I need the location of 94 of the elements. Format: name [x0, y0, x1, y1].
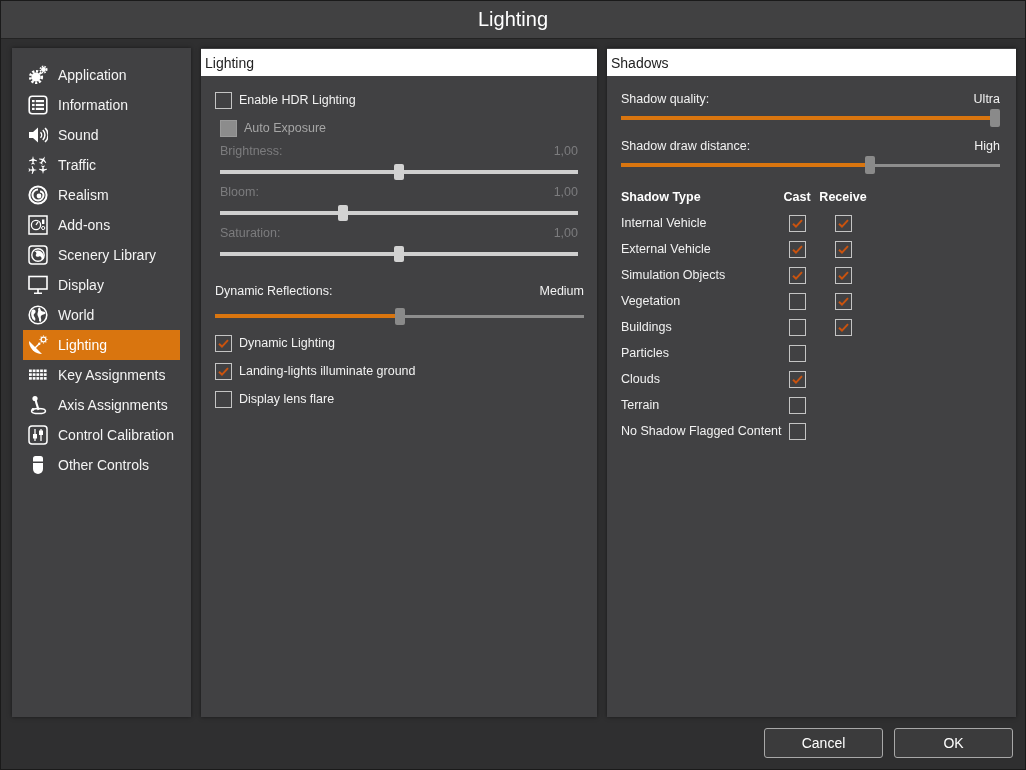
checkbox-label: Enable HDR Lighting [239, 93, 356, 107]
checkmark-icon [791, 218, 803, 228]
slider-track[interactable] [621, 109, 1000, 127]
checkbox-label: Dynamic Lighting [239, 336, 335, 350]
checkbox[interactable] [788, 370, 806, 388]
airplanes-icon [28, 155, 48, 175]
slider-label: Brightness: [220, 144, 283, 158]
row-label: Clouds [621, 372, 661, 386]
panel-title: Lighting [201, 49, 597, 76]
checkbox[interactable] [788, 292, 806, 310]
sidebar-item[interactable]: Display [23, 270, 180, 300]
sidebar-item[interactable]: Add-ons [23, 210, 180, 240]
row-label: External Vehicle [621, 242, 712, 256]
checkmark-icon [791, 374, 803, 384]
checkmark-icon [837, 322, 849, 332]
checkbox[interactable] [788, 422, 806, 440]
sidebar-item[interactable]: Application [23, 60, 180, 90]
slider-label: Bloom: [220, 185, 259, 199]
sidebar-item[interactable]: Realism [23, 180, 180, 210]
checkbox-label: Auto Exposure [244, 121, 326, 135]
panel-title: Shadows [607, 49, 1016, 76]
checkbox[interactable] [788, 396, 806, 414]
checkbox[interactable] [834, 266, 852, 284]
slider-label: Dynamic Reflections: [215, 284, 333, 298]
checkmark-icon [218, 366, 229, 376]
checkmark-icon [791, 270, 803, 280]
slider-label: Saturation: [220, 226, 281, 240]
row-label: Vegetation [621, 294, 682, 308]
checkbox-label: Display lens flare [239, 392, 335, 406]
gears-icon [28, 65, 48, 85]
checkbox[interactable] [834, 214, 852, 232]
row-label: Buildings [621, 320, 673, 334]
checkbox[interactable] [788, 214, 806, 232]
checkbox[interactable] [215, 362, 232, 380]
checkmark-icon [837, 244, 849, 254]
checkbox[interactable] [788, 240, 806, 258]
sidebar-item[interactable]: Sound [23, 120, 180, 150]
window-title: Lighting [477, 8, 549, 31]
checkbox-label: Landing-lights illuminate ground [239, 364, 416, 378]
dialog-button[interactable]: Cancel [764, 728, 883, 758]
row-label: Terrain [621, 398, 661, 412]
sidebar-item[interactable]: World [23, 300, 180, 330]
row-label: No Shadow Flagged Content [621, 424, 781, 438]
slider-thumb[interactable] [990, 109, 1000, 127]
checkbox[interactable] [788, 266, 806, 284]
column-header: Receive [819, 190, 867, 204]
slider-value: Medium [539, 284, 584, 298]
slider-track[interactable] [621, 156, 1000, 174]
slider-label: Shadow quality: [621, 92, 710, 106]
checkbox[interactable] [834, 240, 852, 258]
checkmark-icon [791, 244, 803, 254]
dish-sun-icon [28, 335, 48, 355]
checkbox[interactable] [788, 318, 806, 336]
sidebar-item[interactable]: Scenery Library [23, 240, 180, 270]
checkmark-icon [837, 218, 849, 228]
row-label: Internal Vehicle [621, 216, 708, 230]
checkbox[interactable] [215, 91, 232, 109]
slider-value: 1,00 [553, 144, 578, 158]
sliders-icon [28, 425, 48, 445]
checkbox[interactable] [834, 318, 852, 336]
dialog-button[interactable]: OK [894, 728, 1013, 758]
sidebar-item[interactable]: Information [23, 90, 180, 120]
row-label: Particles [621, 346, 670, 360]
sidebar-item[interactable]: Control Calibration [23, 420, 180, 450]
list-icon [28, 95, 48, 115]
row-label: Simulation Objects [621, 268, 727, 282]
globe-icon [28, 305, 48, 325]
sidebar-item[interactable]: Other Controls [23, 450, 180, 480]
slider-value: 1,00 [553, 185, 578, 199]
monitor-icon [28, 275, 48, 295]
swirl-icon [28, 185, 48, 205]
column-header: Shadow Type [621, 190, 702, 204]
slider-thumb[interactable] [394, 307, 405, 325]
sidebar-item[interactable]: Key Assignments [23, 360, 180, 390]
slider-value: Ultra [973, 92, 1000, 106]
slider-value: 1,00 [553, 226, 578, 240]
sidebar-item[interactable]: Axis Assignments [23, 390, 180, 420]
checkbox[interactable] [834, 292, 852, 310]
slider-track[interactable] [215, 307, 584, 325]
checkbox[interactable] [215, 334, 232, 352]
slider-thumb[interactable] [864, 156, 875, 174]
joystick-icon [28, 395, 48, 415]
sidebar-item[interactable]: Traffic [23, 150, 180, 180]
checkmark-icon [837, 296, 849, 306]
globe-tile-icon [28, 245, 48, 265]
checkbox[interactable] [215, 390, 232, 408]
checkmark-icon [837, 270, 849, 280]
slider-value: High [974, 139, 1000, 153]
column-header: Cast [783, 190, 811, 204]
slider-label: Shadow draw distance: [621, 139, 751, 153]
speaker-icon [28, 125, 48, 145]
checkmark-icon [218, 338, 229, 348]
checkbox[interactable] [788, 344, 806, 362]
dial-panel-icon [28, 215, 48, 235]
